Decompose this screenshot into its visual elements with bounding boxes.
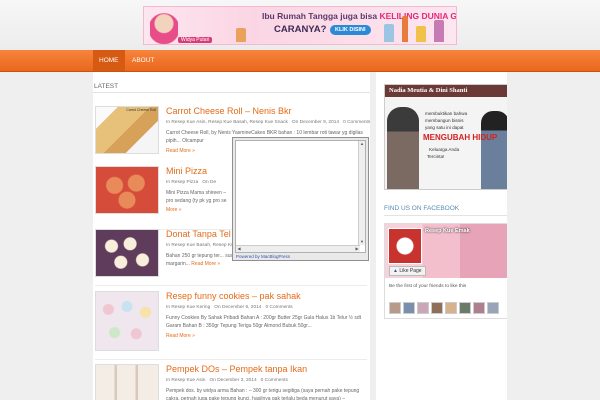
section-divider <box>93 92 370 93</box>
ad-headline-start: Ibu Rumah Tangga juga bisa <box>262 11 380 21</box>
landmark-decoration <box>402 16 408 42</box>
post-item: Resep funny cookies – pak sahak In Resep… <box>95 291 367 353</box>
ad-headline: Ibu Rumah Tangga juga bisa KELILING DUNI… <box>262 11 457 21</box>
post-categories[interactable]: In Resep Kue Kering <box>166 305 210 310</box>
post-meta: In Resep Kue Asin On December 3, 2014 0 … <box>166 378 288 383</box>
widget-divider <box>384 215 511 216</box>
post-item: Pempek DOs – Pempek tanpa Ikan In Resep … <box>95 364 367 400</box>
ad-cta-button[interactable]: KLIK DISINI <box>330 25 371 35</box>
header-ad-banner[interactable]: Widya Putari Ibu Rumah Tangga juga bisa … <box>143 6 457 45</box>
post-thumbnail[interactable] <box>95 166 159 214</box>
post-divider <box>95 359 367 360</box>
post-title[interactable]: Donat Tanpa Tel <box>166 229 231 239</box>
sidebar-ad-text: membuktikan bahwa <box>425 111 468 116</box>
post-excerpt: Funny Cookies By Sahak Pribadi Bahan A :… <box>166 315 362 329</box>
fan-avatar[interactable] <box>389 302 401 314</box>
post-meta: In Resep Kue Asin, Resep Kue Basah, Rese… <box>166 120 370 125</box>
sidebar-ad-text: Tercinta! <box>427 154 445 159</box>
sidebar-ad-text: yang satu ini dapat <box>425 125 464 130</box>
read-more-link[interactable]: Read More » <box>191 261 220 267</box>
ad-brand-label: Widya Putari <box>178 37 213 43</box>
post-comments[interactable]: 0 Comments <box>265 305 292 310</box>
read-more-link[interactable]: Read More » <box>166 333 195 339</box>
fan-avatar[interactable] <box>473 302 485 314</box>
person-photo <box>481 111 509 189</box>
scroll-right-icon[interactable]: ▶ <box>354 246 360 252</box>
nav-item-home[interactable]: HOME <box>93 50 125 71</box>
post-title[interactable]: Resep funny cookies – pak sahak <box>166 291 301 301</box>
thumbs-up-icon: ▲ <box>393 268 398 274</box>
post-excerpt: Pempek dos. by widya arma Bahan : – 300 … <box>166 388 360 400</box>
read-more-link[interactable]: Read More » <box>166 148 195 154</box>
like-button-label: Like Page <box>399 268 422 274</box>
vertical-scrollbar[interactable]: ▲ ▼ <box>358 141 365 245</box>
fan-avatar[interactable] <box>403 302 415 314</box>
overlay-popup[interactable]: ▲ ▼ ◀ ▶ Powered by MacBlogPress <box>232 137 369 261</box>
read-more-link[interactable]: More » <box>166 207 182 213</box>
scroll-left-icon[interactable]: ◀ <box>236 246 242 252</box>
top-banner-area: Widya Putari Ibu Rumah Tangga juga bisa … <box>0 0 600 50</box>
fan-avatar[interactable] <box>459 302 471 314</box>
post-categories[interactable]: In Resep Kue Asin, Resep Kue Basah, Rese… <box>166 120 288 125</box>
post-excerpt: Mini Pizza Mama shireen – pro sedang (ty… <box>166 190 227 204</box>
sidebar: Nadia Meutia & Dini Shanti membuktikan b… <box>370 72 511 400</box>
post-thumbnail[interactable] <box>95 291 159 351</box>
sidebar-ad-highlight: MENGUBAH HIDUP <box>423 133 498 142</box>
post-thumbnail[interactable] <box>95 229 159 277</box>
post-thumbnail[interactable]: Carrot Cheese Roll <box>95 106 159 154</box>
post-thumbnail[interactable] <box>95 364 159 400</box>
horizontal-scrollbar[interactable]: ◀ ▶ <box>236 245 360 252</box>
facebook-like-box: Resep Kue Emak ▲ Like Page Be the first … <box>384 223 511 319</box>
post-categories[interactable]: In Resep Kue Asin <box>166 378 205 383</box>
sidebar-ad-banner[interactable]: Nadia Meutia & Dini Shanti membuktikan b… <box>384 84 511 190</box>
post-date: On December 3, 2014 <box>209 378 257 383</box>
fan-avatar[interactable] <box>445 302 457 314</box>
fan-avatar[interactable] <box>431 302 443 314</box>
ad-woman-illustration <box>150 10 178 44</box>
post-divider <box>95 285 367 286</box>
post-title[interactable]: Carrot Cheese Roll – Nenis Bkr <box>166 106 292 116</box>
fan-avatar[interactable] <box>417 302 429 314</box>
post-date: On December 9, 2014 <box>291 120 340 125</box>
post-comments[interactable]: 0 Comments <box>261 378 288 383</box>
post-categories[interactable]: In Resep Pizza <box>166 180 198 185</box>
nav-item-about[interactable]: ABOUT <box>126 50 160 71</box>
facebook-profile-picture[interactable] <box>388 228 422 264</box>
post-meta: In Resep Kue Kering On December 6, 2014 … <box>166 305 293 310</box>
popup-content-frame[interactable]: ▲ ▼ ◀ ▶ <box>235 140 366 253</box>
landmark-decoration <box>236 28 246 42</box>
post-date: On De <box>202 180 217 185</box>
sidebar-ad-text: membangun bisnis <box>425 118 464 123</box>
landmark-decoration <box>384 24 394 42</box>
person-photo <box>387 107 419 189</box>
fan-avatar[interactable] <box>487 302 499 314</box>
post-date: On December 6, 2014 <box>214 305 262 310</box>
landmark-decoration <box>434 20 444 42</box>
facebook-like-caption: Be the first of your friends to like thi… <box>389 284 467 289</box>
facebook-page-name[interactable]: Resep Kue Emak <box>425 228 470 234</box>
post-title[interactable]: Mini Pizza <box>166 166 207 176</box>
section-label: LATEST <box>94 83 119 90</box>
facebook-like-button[interactable]: ▲ Like Page <box>389 266 426 276</box>
thumbnail-caption: Carrot Cheese Roll <box>126 108 156 112</box>
ad-headline-highlight: KELILING DUNIA GRATIS! <box>379 11 457 21</box>
landmark-decoration <box>416 26 426 42</box>
scroll-up-icon[interactable]: ▲ <box>359 141 365 147</box>
post-title[interactable]: Pempek DOs – Pempek tanpa Ikan <box>166 364 307 374</box>
sidebar-ad-text: Keluarga Anda <box>429 147 460 152</box>
popup-powered-by-link[interactable]: Powered by MacBlogPress <box>236 254 290 259</box>
page-background <box>507 72 600 400</box>
main-nav: HOME ABOUT <box>0 50 600 72</box>
post-meta: In Resep Pizza On De <box>166 180 216 185</box>
sidebar-ad-title: Nadia Meutia & Dini Shanti <box>389 87 468 94</box>
post-comments[interactable]: 0 Comments <box>343 120 370 125</box>
facebook-widget-heading: FIND US ON FACEBOOK <box>384 205 460 212</box>
ad-question: CARANYA? <box>274 24 327 35</box>
